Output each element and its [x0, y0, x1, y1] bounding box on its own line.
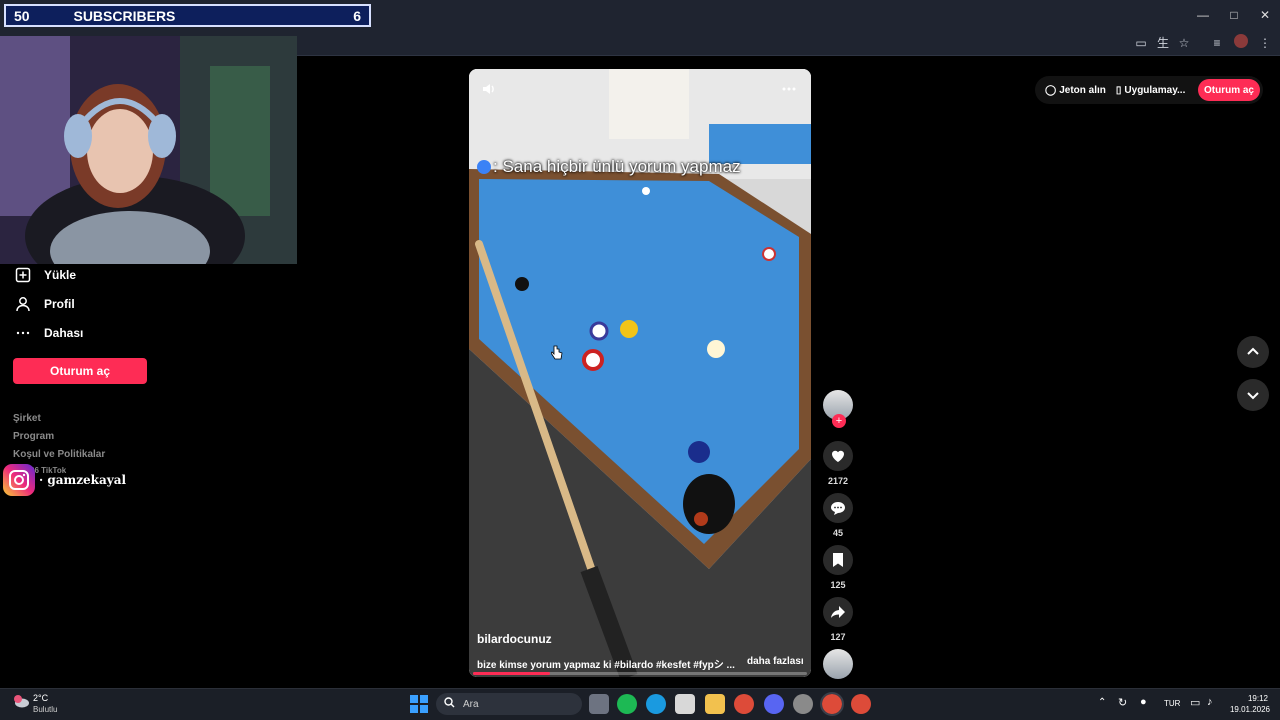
video-caption-overlay: : Sana hiçbir ünlü yorum yapmaz: [477, 157, 741, 177]
spotify-icon[interactable]: [617, 694, 637, 714]
video-description: bize kimse yorum yapmaz ki #bilardo #kes…: [477, 660, 735, 671]
get-app-label: Uygulamay...: [1124, 84, 1186, 96]
video-author[interactable]: bilardocunuz: [477, 632, 552, 646]
get-coins-label: Jeton alın: [1059, 84, 1106, 96]
save-count: 125: [830, 580, 846, 590]
person-icon: [14, 295, 32, 313]
minimize-icon[interactable]: —: [1188, 6, 1218, 24]
upload-icon: [14, 266, 32, 284]
instagram-icon: [3, 464, 35, 496]
bookmark-star-icon[interactable]: ☆: [1175, 34, 1193, 52]
more-icon: [14, 324, 32, 342]
subscriber-title: SUBSCRIBERS: [73, 7, 176, 24]
share-button[interactable]: [823, 597, 853, 627]
subscriber-counter-widget: 50 SUBSCRIBERS 6: [4, 4, 371, 27]
volume-tray-icon[interactable]: ♪: [1207, 696, 1213, 708]
like-count: 2172: [827, 476, 849, 486]
subscriber-count-left: 50: [14, 7, 30, 24]
task-view-icon[interactable]: [589, 694, 609, 714]
sidebar-item-more[interactable]: Dahası: [14, 324, 83, 342]
clock-time[interactable]: 19:12: [1238, 694, 1268, 703]
close-icon[interactable]: ✕: [1250, 6, 1280, 24]
discord-icon[interactable]: [764, 694, 784, 714]
chevron-down-icon: [1247, 392, 1259, 400]
instagram-overlay: · gamzekayal: [3, 464, 126, 496]
sidebar-item-profile[interactable]: Profil: [14, 295, 75, 313]
share-count: 127: [830, 632, 846, 642]
microphone-icon[interactable]: ●: [1140, 696, 1147, 708]
heart-icon: [832, 450, 844, 462]
sidebar-item-label: Dahası: [44, 326, 84, 340]
video-progress-fill: [473, 672, 550, 675]
sound-disc-avatar[interactable]: [823, 649, 853, 679]
sidebar-item-label: Yükle: [44, 268, 77, 282]
hand-cursor-icon: [550, 345, 563, 366]
comment-button[interactable]: [823, 493, 853, 523]
coin-icon: ◯: [1045, 84, 1057, 96]
bookmark-icon: [833, 553, 843, 567]
translate-icon[interactable]: 生: [1154, 34, 1172, 52]
clock-date[interactable]: 19.01.2026: [1226, 705, 1270, 714]
chrome-active-icon[interactable]: [820, 692, 844, 716]
header-actions: ◯ Jeton alın ▯ Uygulamay... Oturum aç: [1035, 76, 1263, 104]
video-progress-bar[interactable]: [473, 672, 807, 675]
windows-taskbar: [0, 688, 1280, 720]
weather-temperature: 2°C: [33, 693, 49, 703]
reading-list-icon[interactable]: ≡: [1208, 34, 1226, 52]
edge-icon[interactable]: [646, 694, 666, 714]
comment-icon: [831, 502, 845, 515]
footer-link-company[interactable]: Şirket: [13, 413, 41, 424]
language-indicator[interactable]: TUR: [1164, 699, 1180, 708]
chrome-profile-icon[interactable]: [851, 694, 871, 714]
webcam-image: [0, 36, 297, 264]
instagram-handle: · gamzekayal: [39, 473, 127, 487]
chrome-icon[interactable]: [734, 694, 754, 714]
search-icon: [444, 697, 455, 711]
previous-video-button[interactable]: [1237, 336, 1269, 368]
header-login-button[interactable]: Oturum aç: [1198, 79, 1260, 101]
install-app-icon[interactable]: ▭: [1132, 34, 1150, 52]
video-player[interactable]: : Sana hiçbir ünlü yorum yapmaz bilardoc…: [469, 69, 811, 677]
steam-icon[interactable]: [793, 694, 813, 714]
footer-link-program[interactable]: Program: [13, 431, 54, 442]
video-more-link[interactable]: daha fazlası: [747, 656, 804, 667]
network-icon[interactable]: ▭: [1190, 696, 1200, 709]
subscriber-count-right: 6: [353, 7, 361, 24]
get-coins-button[interactable]: ◯ Jeton alın: [1045, 85, 1106, 96]
tray-sync-icon[interactable]: ↻: [1118, 696, 1127, 709]
video-caption-text: : Sana hiçbir ünlü yorum yapmaz: [493, 157, 741, 176]
sidebar-item-upload[interactable]: Yükle: [14, 266, 76, 284]
store-icon[interactable]: [675, 694, 695, 714]
follow-plus-icon[interactable]: +: [832, 414, 846, 428]
phone-icon: ▯: [1115, 84, 1122, 96]
volume-icon[interactable]: [481, 81, 497, 102]
sidebar-item-label: Profil: [44, 297, 75, 311]
taskbar-search-input[interactable]: Ara: [436, 693, 582, 715]
tray-expand-icon[interactable]: ⌃: [1098, 697, 1106, 708]
video-options-icon[interactable]: [781, 81, 797, 102]
browser-menu-icon[interactable]: ⋮: [1256, 34, 1274, 52]
footer-link-terms[interactable]: Koşul ve Politikalar: [13, 449, 105, 460]
blue-heart-emoji-icon: [477, 160, 491, 174]
windows-start-icon[interactable]: [410, 695, 428, 718]
profile-avatar-icon[interactable]: [1232, 34, 1250, 52]
file-explorer-icon[interactable]: [705, 694, 725, 714]
weather-icon[interactable]: [12, 693, 30, 714]
maximize-icon[interactable]: □: [1219, 6, 1249, 24]
sidebar-login-button[interactable]: Oturum aç: [13, 358, 147, 384]
next-video-button[interactable]: [1237, 379, 1269, 411]
chevron-up-icon: [1247, 347, 1259, 355]
search-placeholder: Ara: [463, 698, 479, 710]
get-app-button[interactable]: ▯ Uygulamay...: [1116, 85, 1185, 96]
share-arrow-icon: [831, 606, 845, 618]
like-button[interactable]: [823, 441, 853, 471]
save-button[interactable]: [823, 545, 853, 575]
weather-description: Bulutlu: [33, 705, 58, 714]
comment-count: 45: [832, 528, 843, 538]
webcam-overlay: [0, 36, 297, 264]
